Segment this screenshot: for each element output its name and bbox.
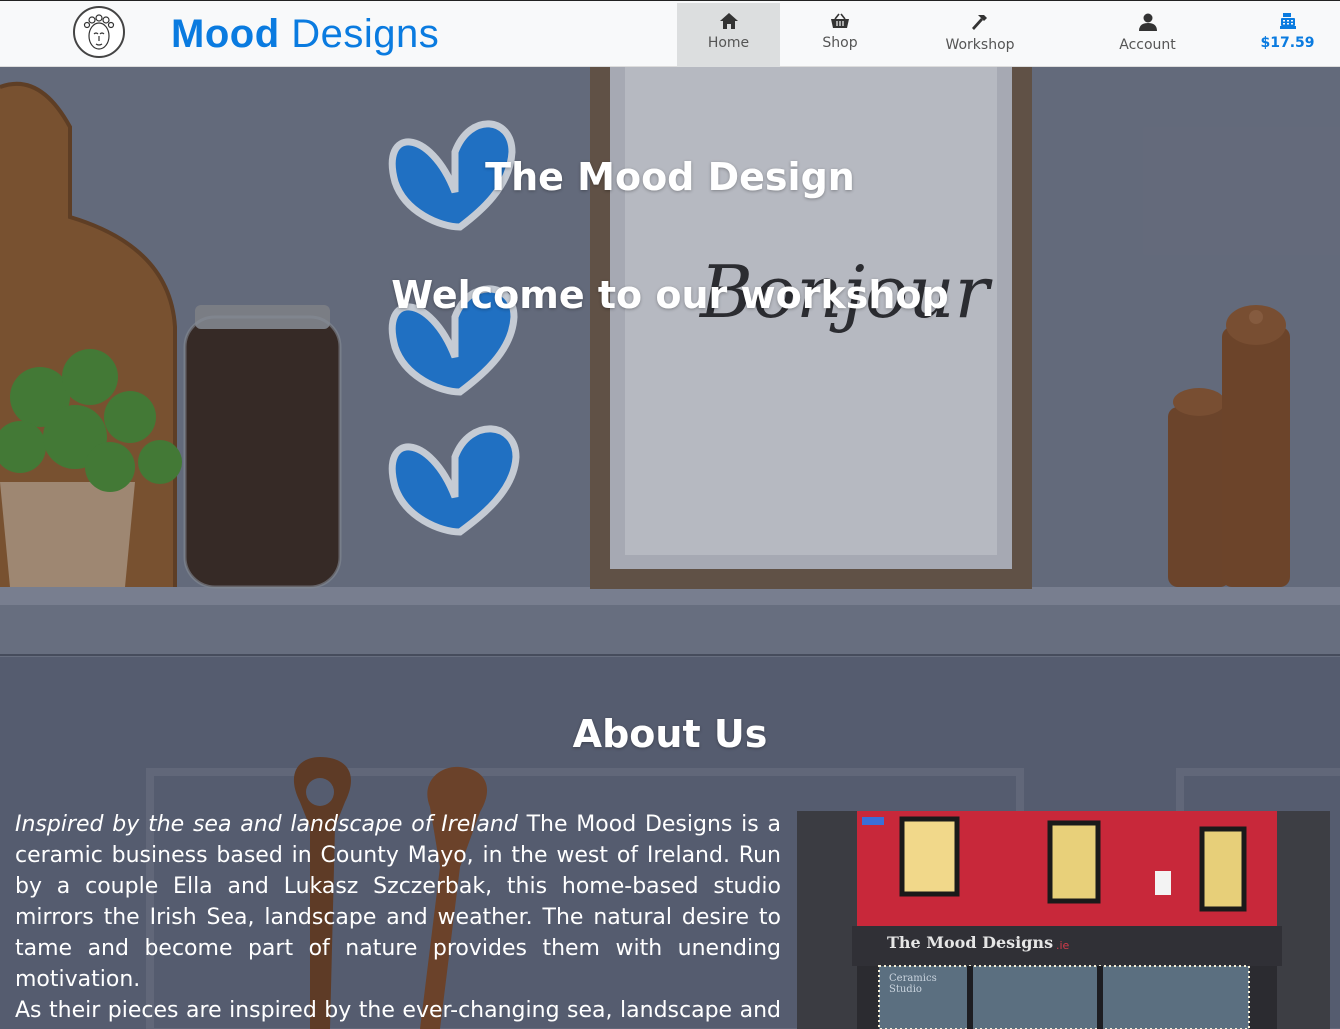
cart-total: $17.59 (1260, 35, 1315, 51)
window-text-2: Studio (889, 984, 922, 995)
about-text: Inspired by the sea and landscape of Ire… (15, 809, 781, 1029)
hammer-icon (972, 15, 987, 30)
nav-home-label: Home (707, 35, 750, 51)
nav-shop-label: Shop (822, 35, 858, 51)
home-icon (719, 13, 738, 29)
window-text-1: Ceramics (889, 973, 937, 984)
about-heading: About Us (572, 712, 768, 756)
brand-name-part1: Mood (171, 12, 280, 56)
nav-account-label: Account (1119, 37, 1176, 53)
hero-title: The Mood Design (485, 155, 855, 199)
about-paragraph-1-rest: The Mood Designs is a ceramic business b… (15, 812, 781, 992)
nav-workshop-label: Workshop (945, 37, 1015, 53)
nav-home[interactable]: Home (677, 3, 780, 67)
cash-register-icon (1279, 13, 1296, 29)
store-sign-suffix: .ie (1056, 939, 1070, 952)
hero-section: Bonjour The Mood Design Welcome to our w… (0, 67, 1340, 1029)
user-icon (1138, 13, 1157, 31)
brand-title[interactable]: Mood Designs (171, 10, 439, 58)
about-paragraph-1: Inspired by the sea and landscape of Ire… (15, 809, 781, 995)
brand-name-part2: Designs (291, 12, 440, 56)
top-navbar: Mood Designs Home Shop Workshop Account (0, 0, 1340, 67)
nav-cart[interactable]: $17.59 (1240, 3, 1335, 67)
hero-subtitle: Welcome to our workshop (391, 273, 949, 317)
about-paragraph-2: As their pieces are inspired by the ever… (15, 998, 781, 1023)
nav-shop[interactable]: Shop (790, 3, 890, 67)
basket-icon (831, 13, 849, 28)
store-sign: The Mood Designs (887, 933, 1053, 952)
logo-icon[interactable] (73, 6, 125, 58)
store-photo: The Mood Designs .ie Ceramics Studio (797, 811, 1330, 1029)
nav-account[interactable]: Account (1095, 3, 1200, 67)
about-intro-italic: Inspired by the sea and landscape of Ire… (15, 812, 518, 837)
nav-workshop[interactable]: Workshop (925, 3, 1035, 67)
